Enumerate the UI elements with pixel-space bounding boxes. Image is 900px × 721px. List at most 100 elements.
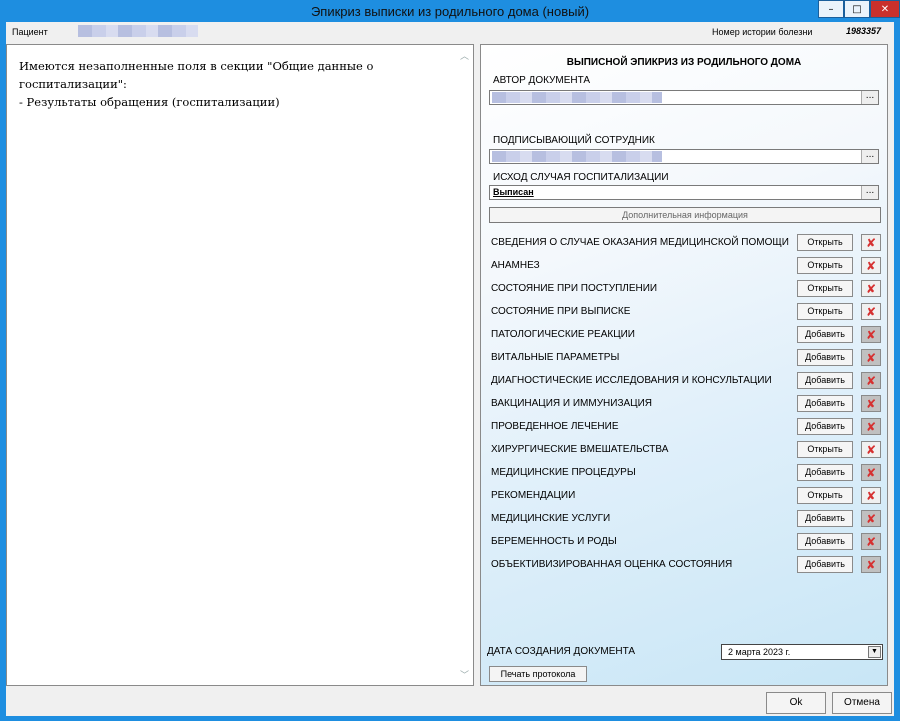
delete-icon: ✘ (865, 281, 877, 296)
section-delete-button[interactable]: ✘ (861, 395, 881, 412)
section-delete-button[interactable]: ✘ (861, 464, 881, 481)
delete-icon: ✘ (865, 396, 877, 411)
section-action-button[interactable]: Добавить (797, 510, 853, 527)
section-action-button[interactable]: Добавить (797, 349, 853, 366)
section-action-button[interactable]: Добавить (797, 395, 853, 412)
delete-icon: ✘ (865, 258, 877, 273)
delete-icon: ✘ (865, 373, 877, 388)
maximize-icon: □ (852, 3, 862, 15)
section-label: СОСТОЯНИЕ ПРИ ПОСТУПЛЕНИИ (491, 283, 658, 294)
section-row: СОСТОЯНИЕ ПРИ ПОСТУПЛЕНИИ Открыть ✘ (481, 280, 887, 298)
close-button[interactable]: ✕ (870, 0, 900, 18)
maximize-button[interactable]: □ (844, 0, 870, 18)
author-label: АВТОР ДОКУМЕНТА (493, 75, 591, 86)
section-row: ВИТАЛЬНЫЕ ПАРАМЕТРЫ Добавить ✘ (481, 349, 887, 367)
section-action-button[interactable]: Открыть (797, 487, 853, 504)
author-field[interactable]: ... (489, 90, 879, 105)
scroll-up-icon[interactable]: ︿ (460, 49, 469, 62)
creation-date-picker[interactable]: 2 марта 2023 г. ▼ (721, 644, 883, 660)
section-action-button[interactable]: Открыть (797, 280, 853, 297)
validation-messages-pane[interactable]: Имеются незаполненные поля в секции "Общ… (6, 44, 474, 686)
section-delete-button[interactable]: ✘ (861, 441, 881, 458)
outcome-value: Выписан (493, 187, 534, 197)
section-delete-button[interactable]: ✘ (861, 372, 881, 389)
author-browse-button[interactable]: ... (861, 91, 878, 104)
patient-name-redacted (78, 25, 198, 37)
close-icon: ✕ (880, 3, 890, 15)
print-protocol-button[interactable]: Печать протокола (489, 666, 587, 682)
signer-label: ПОДПИСЫВАЮЩИЙ СОТРУДНИК (493, 135, 655, 146)
delete-icon: ✘ (865, 327, 877, 342)
delete-icon: ✘ (865, 511, 877, 526)
outcome-browse-button[interactable]: ... (861, 186, 878, 199)
validation-message-line: - Результаты обращения (госпитализации) (19, 95, 280, 109)
section-label: БЕРЕМЕННОСТЬ И РОДЫ (491, 536, 617, 547)
scroll-down-icon[interactable]: ﹀ (460, 668, 469, 681)
section-row: ДИАГНОСТИЧЕСКИЕ ИССЛЕДОВАНИЯ И КОНСУЛЬТА… (481, 372, 887, 390)
title-bar[interactable]: Эпикриз выписки из родильного дома (новы… (0, 0, 900, 22)
outcome-field[interactable]: Выписан ... (489, 185, 879, 200)
section-row: БЕРЕМЕННОСТЬ И РОДЫ Добавить ✘ (481, 533, 887, 551)
section-delete-button[interactable]: ✘ (861, 257, 881, 274)
history-number-value: 1983357 (846, 26, 882, 36)
section-row: СВЕДЕНИЯ О СЛУЧАЕ ОКАЗАНИЯ МЕДИЦИНСКОЙ П… (481, 234, 887, 252)
section-label: АНАМНЕЗ (491, 260, 540, 271)
section-delete-button[interactable]: ✘ (861, 326, 881, 343)
section-row: ПРОВЕДЕННОЕ ЛЕЧЕНИЕ Добавить ✘ (481, 418, 887, 436)
delete-icon: ✘ (865, 488, 877, 503)
author-value-redacted (492, 92, 662, 103)
patient-header: Пациент Номер истории болезни 1983357 (6, 22, 894, 42)
delete-icon: ✘ (865, 534, 877, 549)
section-delete-button[interactable]: ✘ (861, 533, 881, 550)
section-row: ПАТОЛОГИЧЕСКИЕ РЕАКЦИИ Добавить ✘ (481, 326, 887, 344)
section-label: ПАТОЛОГИЧЕСКИЕ РЕАКЦИИ (491, 329, 635, 340)
section-row: ХИРУРГИЧЕСКИЕ ВМЕШАТЕЛЬСТВА Открыть ✘ (481, 441, 887, 459)
vertical-scrollbar[interactable]: ︿ ﹀ (457, 45, 473, 685)
section-delete-button[interactable]: ✘ (861, 510, 881, 527)
section-action-button[interactable]: Добавить (797, 464, 853, 481)
epicrisis-form: ВЫПИСНОЙ ЭПИКРИЗ ИЗ РОДИЛЬНОГО ДОМА АВТО… (480, 44, 888, 686)
section-action-button[interactable]: Открыть (797, 234, 853, 251)
section-action-button[interactable]: Открыть (797, 441, 853, 458)
delete-icon: ✘ (865, 350, 877, 365)
section-delete-button[interactable]: ✘ (861, 487, 881, 504)
section-row: МЕДИЦИНСКИЕ УСЛУГИ Добавить ✘ (481, 510, 887, 528)
section-label: СОСТОЯНИЕ ПРИ ВЫПИСКЕ (491, 306, 631, 317)
dialog-window: Эпикриз выписки из родильного дома (новы… (0, 0, 900, 721)
section-delete-button[interactable]: ✘ (861, 280, 881, 297)
delete-icon: ✘ (865, 419, 877, 434)
creation-date-value: 2 марта 2023 г. (728, 647, 791, 657)
section-action-button[interactable]: Открыть (797, 303, 853, 320)
section-delete-button[interactable]: ✘ (861, 303, 881, 320)
section-action-button[interactable]: Открыть (797, 257, 853, 274)
chevron-down-icon[interactable]: ▼ (868, 646, 881, 658)
minimize-button[interactable]: – (818, 0, 844, 18)
delete-icon: ✘ (865, 465, 877, 480)
cancel-button[interactable]: Отмена (832, 692, 892, 714)
section-delete-button[interactable]: ✘ (861, 234, 881, 251)
section-action-button[interactable]: Добавить (797, 372, 853, 389)
section-label: МЕДИЦИНСКИЕ УСЛУГИ (491, 513, 611, 524)
ok-button[interactable]: Ok (766, 692, 826, 714)
section-label: РЕКОМЕНДАЦИИ (491, 490, 576, 501)
section-row: АНАМНЕЗ Открыть ✘ (481, 257, 887, 275)
section-label: СВЕДЕНИЯ О СЛУЧАЕ ОКАЗАНИЯ МЕДИЦИНСКОЙ П… (491, 237, 789, 248)
section-delete-button[interactable]: ✘ (861, 418, 881, 435)
section-row: РЕКОМЕНДАЦИИ Открыть ✘ (481, 487, 887, 505)
delete-icon: ✘ (865, 442, 877, 457)
section-delete-button[interactable]: ✘ (861, 349, 881, 366)
section-label: ПРОВЕДЕННОЕ ЛЕЧЕНИЕ (491, 421, 619, 432)
window-title: Эпикриз выписки из родильного дома (новы… (310, 4, 590, 19)
additional-info-button[interactable]: Дополнительная информация (489, 207, 881, 223)
signer-field[interactable]: ... (489, 149, 879, 164)
signer-browse-button[interactable]: ... (861, 150, 878, 163)
form-title: ВЫПИСНОЙ ЭПИКРИЗ ИЗ РОДИЛЬНОГО ДОМА (566, 57, 802, 68)
section-action-button[interactable]: Добавить (797, 533, 853, 550)
section-action-button[interactable]: Добавить (797, 418, 853, 435)
section-delete-button[interactable]: ✘ (861, 556, 881, 573)
history-number-label: Номер истории болезни (712, 27, 813, 37)
section-action-button[interactable]: Добавить (797, 556, 853, 573)
section-label: ВИТАЛЬНЫЕ ПАРАМЕТРЫ (491, 352, 620, 363)
section-action-button[interactable]: Добавить (797, 326, 853, 343)
section-row: ОБЪЕКТИВИЗИРОВАННАЯ ОЦЕНКА СОСТОЯНИЯ Доба… (481, 556, 887, 574)
